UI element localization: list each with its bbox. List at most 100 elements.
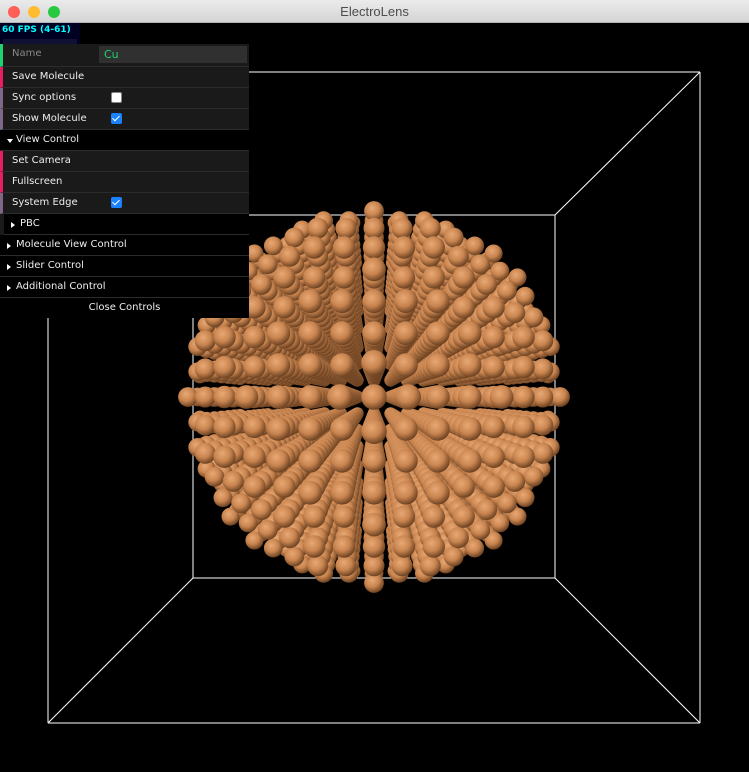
atom: [447, 245, 469, 267]
atom: [194, 358, 216, 380]
atom: [470, 520, 491, 540]
additional-control-folder[interactable]: Additional Control: [0, 277, 249, 298]
name-input[interactable]: Cu: [99, 46, 247, 63]
atom: [497, 493, 517, 514]
atom: [298, 353, 323, 377]
atom: [504, 302, 526, 324]
atom: [279, 245, 301, 267]
atom: [361, 384, 387, 410]
box-edge: [554, 577, 701, 724]
atom: [363, 555, 385, 577]
atom: [327, 384, 353, 410]
atom: [452, 266, 475, 289]
show-molecule-row: Show Molecule: [0, 109, 249, 130]
atom: [213, 355, 236, 379]
atom: [194, 330, 216, 352]
atom: [425, 480, 450, 505]
atom: [422, 236, 445, 259]
atom: [476, 499, 498, 521]
show-molecule-checkbox[interactable]: [111, 113, 122, 124]
fullscreen-button[interactable]: Fullscreen: [0, 172, 249, 193]
atom: [298, 321, 323, 346]
name-row: Name Cu: [0, 44, 249, 67]
view-control-folder[interactable]: View Control: [0, 130, 249, 151]
atom: [425, 321, 450, 346]
chevron-right-icon: [7, 285, 11, 291]
chevron-right-icon: [7, 243, 11, 249]
atom: [213, 415, 236, 439]
pbc-folder[interactable]: PBC: [4, 214, 249, 235]
atom: [394, 321, 418, 346]
sync-options-checkbox[interactable]: [111, 92, 122, 103]
atom: [273, 296, 296, 319]
atom: [213, 326, 236, 349]
atom: [231, 493, 252, 514]
atom: [213, 445, 236, 468]
atom: [447, 527, 469, 549]
atom: [298, 480, 323, 505]
molecule-view-control-folder[interactable]: Molecule View Control: [0, 235, 249, 256]
view-control-label: View Control: [16, 134, 80, 145]
box-edge: [554, 71, 701, 216]
atom: [422, 535, 445, 558]
atom: [482, 445, 505, 468]
atom: [425, 417, 450, 441]
atom: [330, 480, 354, 505]
atom: [394, 353, 418, 377]
atom: [362, 321, 386, 346]
atom: [452, 296, 475, 319]
atom: [392, 505, 416, 528]
atom: [332, 535, 356, 558]
atom: [482, 415, 505, 439]
atom: [482, 326, 505, 349]
molecule-view-control-label: Molecule View Control: [16, 239, 127, 250]
atom: [512, 445, 535, 468]
atom: [532, 358, 554, 380]
atom: [457, 417, 482, 441]
save-molecule-button[interactable]: Save Molecule: [0, 67, 249, 88]
atom: [250, 499, 272, 521]
atom: [303, 505, 326, 528]
atom: [391, 217, 413, 239]
atom: [273, 475, 296, 498]
atom: [222, 470, 244, 492]
window-title: ElectroLens: [340, 4, 409, 19]
set-camera-label: Set Camera: [12, 155, 71, 166]
atom: [298, 448, 323, 473]
atom: [532, 414, 554, 436]
atom: [482, 355, 505, 379]
atom: [391, 555, 413, 577]
atom: [443, 546, 464, 567]
set-camera-button[interactable]: Set Camera: [0, 151, 249, 172]
atom: [419, 555, 441, 577]
atom: [335, 217, 357, 239]
atom: [457, 353, 482, 377]
atom: [452, 475, 475, 498]
atom: [523, 466, 544, 487]
atom: [361, 350, 387, 376]
atom: [250, 273, 272, 295]
atom: [457, 448, 482, 473]
atom: [363, 217, 385, 239]
sync-options-label: Sync options: [12, 92, 77, 103]
close-controls-button[interactable]: Close Controls: [0, 298, 249, 318]
slider-control-label: Slider Control: [16, 260, 84, 271]
atom: [298, 417, 323, 441]
atom: [425, 289, 450, 314]
slider-control-folder[interactable]: Slider Control: [0, 256, 249, 277]
save-molecule-label: Save Molecule: [12, 71, 85, 82]
atom: [243, 326, 266, 349]
atom: [394, 417, 418, 441]
atom: [257, 254, 278, 274]
atom: [335, 555, 357, 577]
fullscreen-label: Fullscreen: [12, 176, 63, 187]
atom: [362, 448, 386, 473]
name-label: Name: [12, 48, 42, 59]
atom: [523, 307, 544, 328]
system-edge-checkbox[interactable]: [111, 197, 122, 208]
atom: [362, 512, 386, 537]
atom: [330, 353, 354, 377]
fps-readout: 60 FPS (4-61): [2, 25, 71, 35]
system-edge-label: System Edge: [12, 197, 78, 208]
atom: [330, 448, 354, 473]
